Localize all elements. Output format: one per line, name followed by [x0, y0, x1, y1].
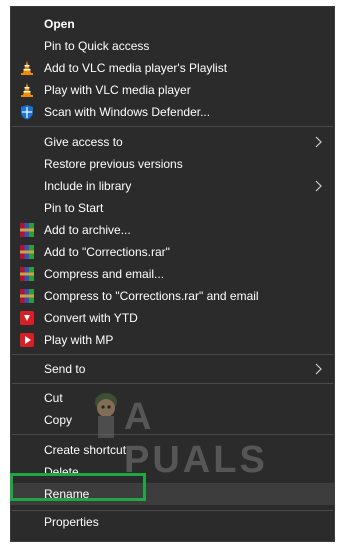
menu-item-convert-ytd[interactable]: Convert with YTD [11, 307, 334, 329]
menu-item-label: Create shortcut [44, 443, 127, 457]
menu-item-include-library[interactable]: Include in library [11, 175, 334, 197]
menu-item-scan-defender[interactable]: Scan with Windows Defender... [11, 101, 334, 123]
menu-item-pin-quick-access[interactable]: Pin to Quick access [11, 35, 334, 57]
menu-item-add-corrections-rar[interactable]: Add to "Corrections.rar" [11, 241, 334, 263]
menu-item-label: Convert with YTD [44, 311, 138, 325]
menu-item-give-access[interactable]: Give access to [11, 131, 334, 153]
menu-item-send-to[interactable]: Send to [11, 358, 334, 380]
menu-item-label: Open [44, 17, 75, 31]
menu-item-copy[interactable]: Copy [11, 409, 334, 431]
menu-item-label: Restore previous versions [44, 157, 183, 171]
chevron-right-icon [315, 363, 322, 375]
menu-item-label: Send to [44, 362, 86, 376]
menu-item-vlc-playlist[interactable]: Add to VLC media player's Playlist [11, 57, 334, 79]
menu-item-pin-start[interactable]: Pin to Start [11, 197, 334, 219]
rename-highlight-box [10, 473, 146, 501]
menu-item-compress-corrections-email[interactable]: Compress to "Corrections.rar" and email [11, 285, 334, 307]
menu-item-compress-email[interactable]: Compress and email... [11, 263, 334, 285]
menu-item-label: Compress and email... [44, 267, 165, 281]
context-menu: Open Pin to Quick access Add to VLC medi… [10, 6, 335, 542]
menu-separator [12, 434, 333, 435]
menu-item-label: Scan with Windows Defender... [44, 105, 211, 119]
menu-item-label: Add to "Corrections.rar" [44, 245, 170, 259]
menu-item-label: Give access to [44, 135, 123, 149]
menu-item-create-shortcut[interactable]: Create shortcut [11, 439, 334, 461]
menu-separator [12, 126, 333, 127]
winrar-books-icon [20, 223, 34, 237]
menu-item-label: Pin to Start [44, 201, 104, 215]
menu-item-label: Pin to Quick access [44, 39, 150, 53]
vlc-cone-icon [21, 61, 33, 75]
menu-item-add-archive[interactable]: Add to archive... [11, 219, 334, 241]
winrar-books-icon [20, 245, 34, 259]
winrar-books-icon [20, 289, 34, 303]
ytd-red-icon [20, 311, 34, 325]
menu-item-open[interactable]: Open [11, 13, 334, 35]
menu-item-vlc-play[interactable]: Play with VLC media player [11, 79, 334, 101]
menu-item-cut[interactable]: Cut [11, 387, 334, 409]
menu-item-label: Cut [44, 391, 63, 405]
chevron-right-icon [315, 136, 322, 148]
menu-item-restore-versions[interactable]: Restore previous versions [11, 153, 334, 175]
ytd-red-icon [20, 333, 34, 347]
menu-item-play-mp[interactable]: Play with MP [11, 329, 334, 351]
menu-item-label: Add to archive... [44, 223, 131, 237]
menu-item-label: Properties [44, 515, 99, 529]
winrar-books-icon [20, 267, 34, 281]
menu-item-label: Play with MP [44, 333, 114, 347]
menu-item-label: Include in library [44, 179, 132, 193]
menu-item-label: Add to VLC media player's Playlist [44, 61, 228, 75]
menu-item-label: Compress to "Corrections.rar" and email [44, 289, 259, 303]
menu-separator [12, 354, 333, 355]
menu-item-label: Copy [44, 413, 73, 427]
windows-defender-shield-icon [21, 105, 33, 120]
menu-item-label: Play with VLC media player [44, 83, 191, 97]
vlc-cone-icon [21, 83, 33, 97]
chevron-right-icon [315, 180, 322, 192]
menu-separator [12, 383, 333, 384]
menu-item-properties[interactable]: Properties [11, 511, 334, 533]
